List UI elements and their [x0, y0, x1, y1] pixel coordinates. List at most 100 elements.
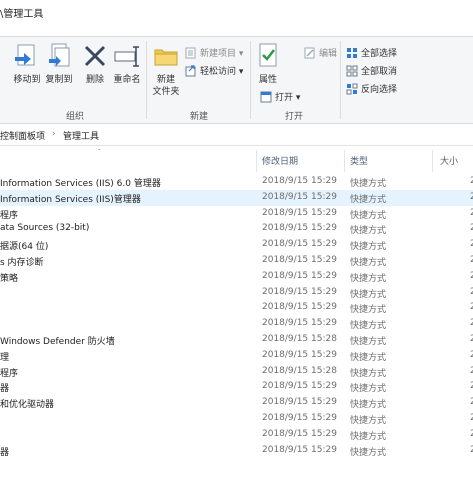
select-all-icon: [346, 47, 358, 59]
open-icon: [260, 91, 272, 103]
file-type: 快捷方式: [350, 431, 387, 442]
new-folder-button[interactable]: 新建 文件夹: [150, 41, 182, 101]
column-header-size[interactable]: 大小: [440, 154, 458, 167]
breadcrumb-admin-tools[interactable]: 管理工具: [63, 129, 99, 142]
file-date: 2018/9/15 15:29: [262, 191, 337, 202]
file-date: 2018/9/15 15:29: [262, 397, 337, 408]
window-title: \管理工具: [0, 9, 44, 20]
file-row[interactable]: 策略 2018/9/15 15:29 快捷方式 2: [0, 269, 473, 285]
breadcrumb-separator: ›: [52, 129, 56, 139]
organize-group-label: 组织: [66, 112, 85, 122]
file-row[interactable]: 程序 2018/9/15 15:28 快捷方式 2: [0, 364, 473, 380]
file-name: 和优化驱动器: [0, 400, 55, 411]
file-row[interactable]: 程序 2018/9/15 15:29 快捷方式 2: [0, 206, 473, 222]
file-name: Information Services (IIS) 6.0 管理器: [0, 179, 161, 189]
select-all-button[interactable]: 全部选择: [346, 45, 397, 60]
easy-access-button[interactable]: 轻松访问 ▾: [185, 63, 243, 78]
breadcrumb-control-panel[interactable]: 控制面板项: [0, 129, 45, 142]
column-header-date[interactable]: 修改日期: [262, 154, 298, 167]
new-item-button[interactable]: 新建项目 ▾: [185, 45, 243, 60]
file-name: Information Services (IIS)管理器: [0, 194, 141, 205]
file-date: 2018/9/15 15:29: [262, 381, 337, 392]
file-row[interactable]: 理 2018/9/15 15:29 快捷方式 2: [0, 348, 473, 364]
title-bar: \管理工具: [0, 0, 473, 22]
file-row[interactable]: 器 2018/9/15 15:29 快捷方式 2: [0, 443, 473, 459]
file-name: 据源(64 位): [0, 242, 49, 253]
select-none-button[interactable]: 全部取消: [346, 63, 397, 78]
file-date: 2018/9/15 15:29: [262, 176, 337, 186]
file-type: 快捷方式: [350, 384, 387, 395]
file-row[interactable]: 2018/9/15 15:29 快捷方式 2: [0, 300, 473, 316]
file-row[interactable]: 2018/9/15 15:29 快捷方式 2: [0, 427, 473, 443]
file-type: 快捷方式: [350, 289, 387, 300]
file-date: 2018/9/15 15:29: [262, 270, 337, 281]
file-date: 2018/9/15 15:28: [262, 333, 337, 344]
open-button[interactable]: 打开 ▾: [260, 89, 300, 104]
file-row[interactable]: 2018/9/15 15:29 快捷方式 2: [0, 285, 473, 301]
invert-selection-button[interactable]: 反向选择: [346, 81, 397, 96]
file-date: 2018/9/15 15:29: [262, 239, 337, 250]
file-date: 2018/9/15 15:29: [262, 349, 337, 360]
file-name: 程序: [0, 368, 19, 379]
properties-icon: [253, 41, 283, 71]
file-row[interactable]: 据源(64 位) 2018/9/15 15:29 快捷方式 2: [0, 237, 473, 253]
file-type: 快捷方式: [350, 415, 387, 426]
file-type: 快捷方式: [350, 226, 387, 237]
file-name: 程序: [0, 210, 19, 221]
file-row[interactable]: Windows Defender 防火墙 2018/9/15 15:28 快捷方式 2: [0, 332, 473, 348]
file-row[interactable]: Information Services (IIS)管理器 2018/9/15 1…: [0, 189, 473, 206]
edit-button[interactable]: 编辑: [304, 45, 337, 60]
column-divider[interactable]: [344, 150, 345, 172]
group-divider: [146, 41, 147, 119]
file-type: 快捷方式: [350, 194, 387, 205]
new-folder-icon: [151, 41, 181, 71]
file-list: Information Services (IIS) 6.0 管理器 2018/9…: [0, 174, 473, 458]
group-divider: [250, 41, 251, 119]
file-name: 器: [0, 447, 10, 458]
easy-access-icon: [185, 64, 197, 77]
file-row[interactable]: s 内存诊断 2018/9/15 15:29 快捷方式 2: [0, 253, 473, 269]
column-header-type[interactable]: 类型: [350, 154, 368, 167]
file-name: 策略: [0, 273, 19, 284]
file-type: 快捷方式: [350, 257, 387, 268]
column-header-row: 修改日期 类型 大小: [0, 150, 473, 172]
address-bar[interactable]: 控制面板项 › 管理工具: [0, 124, 473, 146]
column-divider[interactable]: [256, 150, 257, 172]
file-row[interactable]: 器 2018/9/15 15:29 快捷方式 2: [0, 379, 473, 395]
rename-button[interactable]: 重命名: [110, 41, 144, 101]
file-type: 快捷方式: [350, 352, 387, 363]
file-row[interactable]: 2018/9/15 15:29 快捷方式 2: [0, 316, 473, 332]
file-date: 2018/9/15 15:29: [262, 254, 337, 265]
file-type: 快捷方式: [350, 273, 387, 284]
file-date: 2018/9/15 15:29: [262, 428, 337, 439]
file-date: 2018/9/15 15:29: [262, 207, 337, 218]
new-item-icon: [185, 47, 197, 59]
open-group-label: 打开: [285, 112, 304, 122]
delete-icon: [80, 41, 110, 71]
file-row[interactable]: Information Services (IIS) 6.0 管理器 2018/9…: [0, 174, 473, 190]
file-date: 2018/9/15 15:28: [262, 365, 337, 376]
file-type: 快捷方式: [350, 242, 387, 253]
file-date: 2018/9/15 15:29: [262, 223, 337, 234]
move-to-icon: [12, 41, 42, 71]
file-type: 快捷方式: [350, 210, 387, 221]
move-to-button[interactable]: 移动到: [10, 41, 44, 101]
file-name: s 内存诊断: [0, 257, 44, 268]
file-row[interactable]: 2018/9/15 15:29 快捷方式 2: [0, 411, 473, 427]
file-type: 快捷方式: [350, 447, 387, 458]
new-group-label: 新建: [190, 112, 209, 122]
file-name: ata Sources (32-bit): [0, 223, 90, 234]
ribbon: 移动到 复制到 删除 重命名 组织 新建 文件夹 新建项目 ▾ 轻松访问 ▾ 新…: [0, 36, 473, 124]
file-name: 器: [0, 384, 10, 395]
column-divider[interactable]: [432, 150, 433, 172]
delete-button[interactable]: 删除: [80, 41, 110, 101]
file-type: 快捷方式: [350, 179, 387, 189]
edit-icon: [304, 47, 316, 59]
file-row[interactable]: 和优化驱动器 2018/9/15 15:29 快捷方式 2: [0, 395, 473, 411]
group-divider: [340, 41, 341, 119]
list-bottom-edge: [0, 470, 473, 477]
file-date: 2018/9/15 15:29: [262, 318, 337, 329]
file-name: 理: [0, 352, 10, 363]
file-row[interactable]: ata Sources (32-bit) 2018/9/15 15:29 快捷方式 2: [0, 221, 473, 237]
copy-to-button[interactable]: 复制到: [44, 41, 74, 101]
